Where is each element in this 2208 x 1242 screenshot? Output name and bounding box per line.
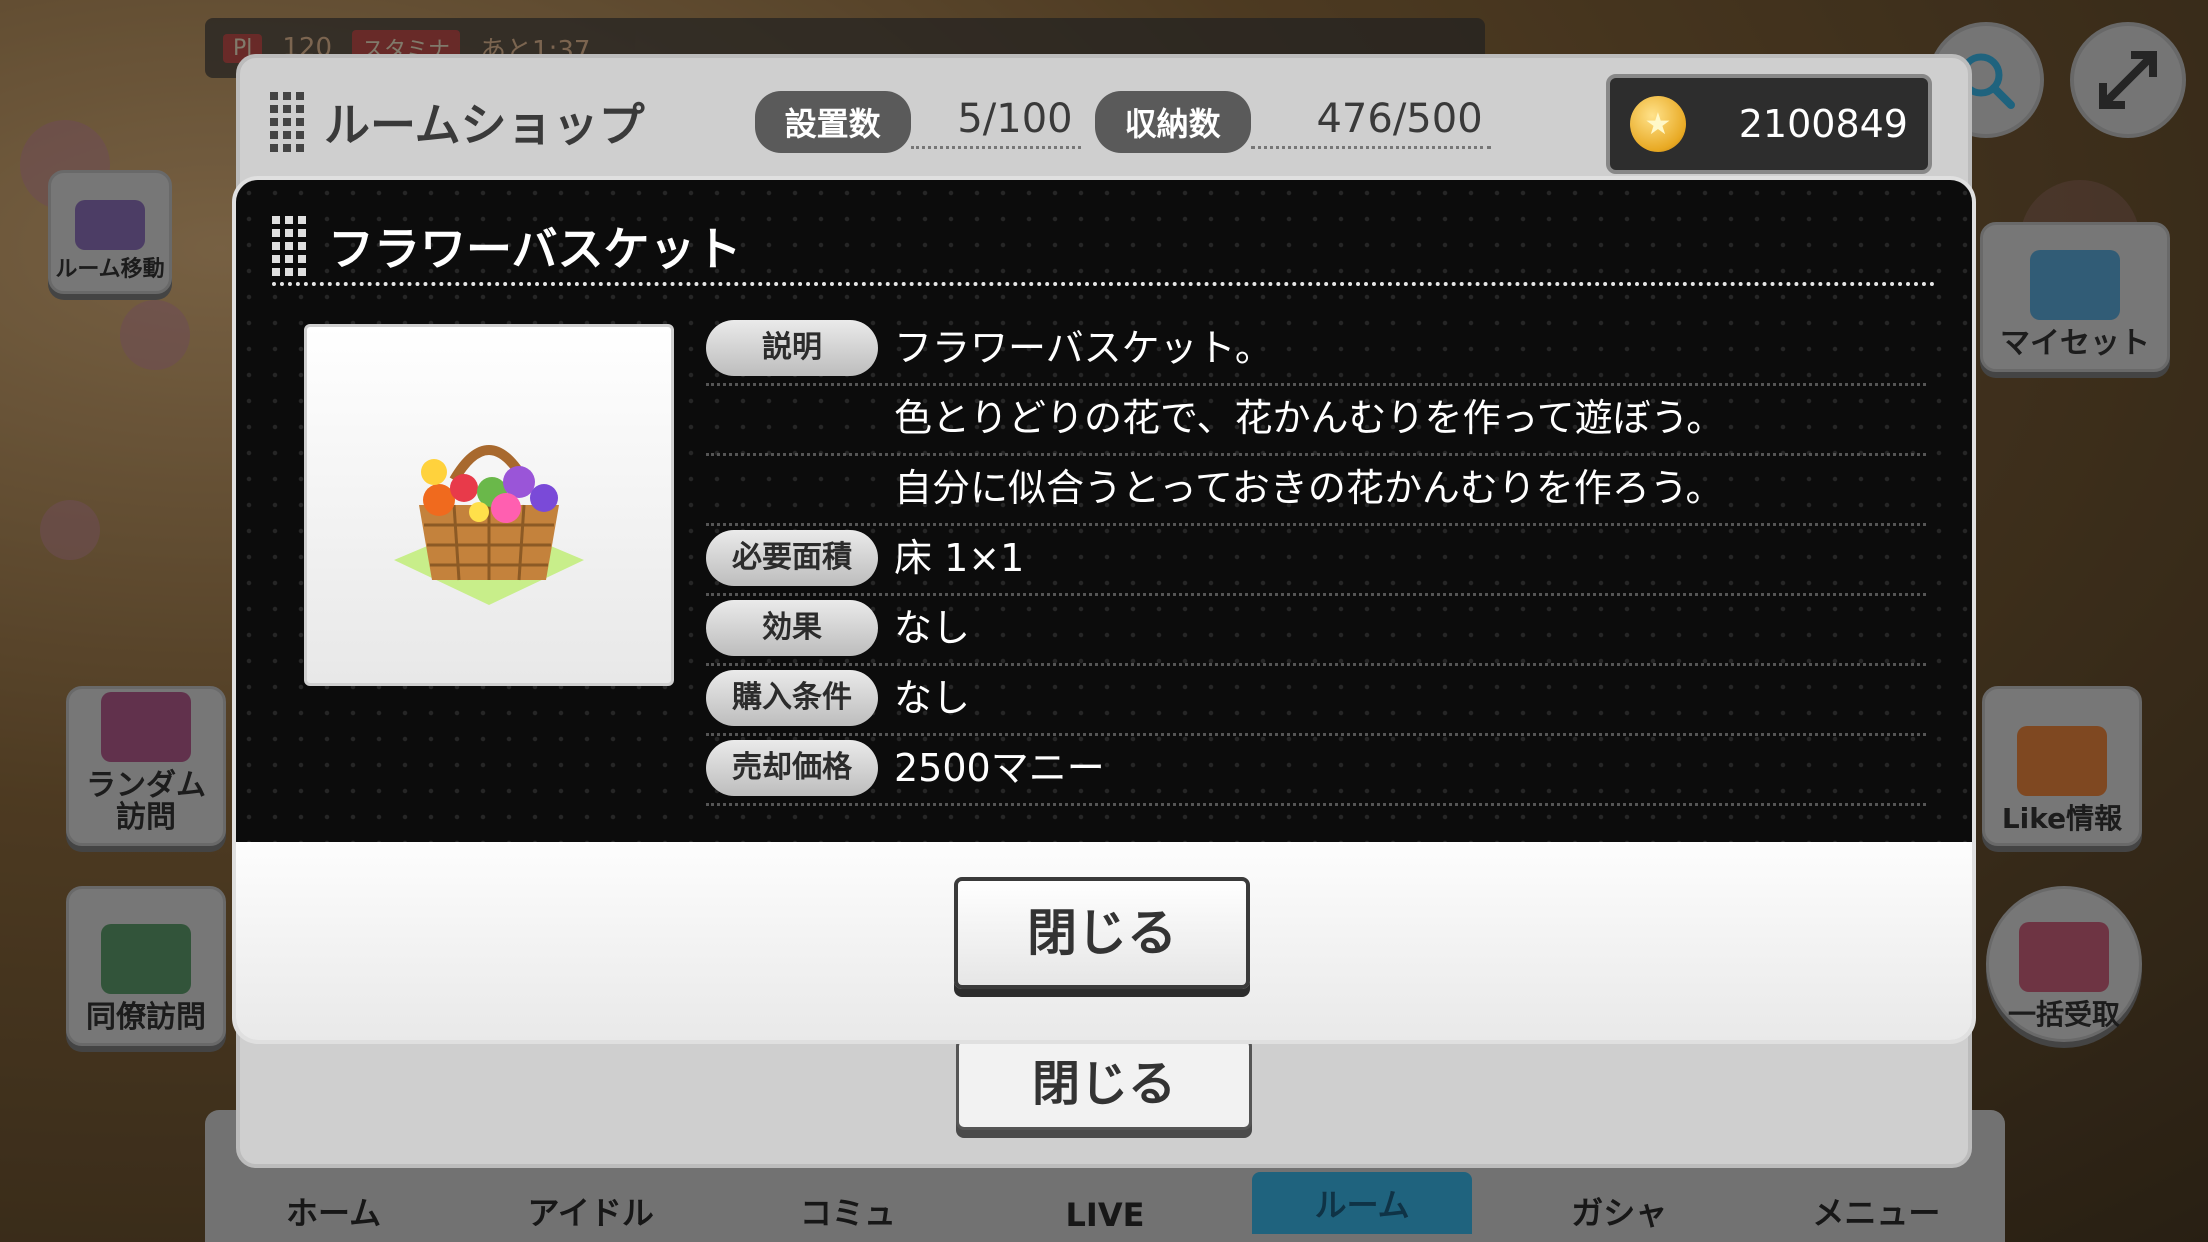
info-row-description: 説明 フラワーバスケット。 — [706, 316, 1926, 386]
description-line-3: 自分に似合うとっておきの花かんむりを作ろう。 — [894, 466, 1724, 510]
purchase-condition-label: 購入条件 — [706, 670, 878, 726]
stored-count-value: 476/500 — [1250, 96, 1491, 149]
blank-label — [706, 460, 878, 516]
description-line-2: 色とりどりの花で、花かんむりを作って遊ぼう。 — [894, 396, 1725, 440]
flower-basket-image — [304, 324, 674, 686]
flower-basket-icon — [394, 445, 584, 605]
placed-count-value: 5/100 — [910, 96, 1081, 149]
info-row-description-2: 色とりどりの花で、花かんむりを作って遊ぼう。 — [706, 386, 1926, 456]
info-row-condition: 購入条件 なし — [706, 666, 1926, 736]
info-row-area: 必要面積 床 1×1 — [706, 526, 1926, 596]
grip-icon — [272, 216, 306, 276]
info-row-sell-price: 売却価格 2500マニー — [706, 736, 1926, 806]
purchase-condition-value: なし — [894, 676, 971, 720]
effect-label: 効果 — [706, 600, 878, 656]
description-label: 説明 — [706, 320, 878, 376]
item-info-list: 説明 フラワーバスケット。 色とりどりの花で、花かんむりを作って遊ぼう。 自分に… — [706, 316, 1926, 806]
item-name-title: フラワーバスケット — [328, 222, 742, 276]
money-display: ★ 2100849 — [1606, 74, 1932, 174]
item-detail-body: フラワーバスケット 説明 フラワーバスケット。 色とりどりの花で、花かんむりを作… — [236, 180, 1972, 842]
grip-icon — [270, 92, 304, 152]
info-row-effect: 効果 なし — [706, 596, 1926, 666]
placed-count-label: 設置数 — [754, 91, 911, 153]
detail-close-button[interactable]: 閉じる — [954, 877, 1250, 989]
stored-count-label: 収納数 — [1094, 91, 1251, 153]
coin-icon: ★ — [1630, 96, 1686, 152]
blank-label — [706, 390, 878, 446]
room-shop-title: ルームショップ — [324, 98, 645, 152]
item-detail-header: フラワーバスケット — [272, 216, 1936, 286]
item-detail-dialog: フラワーバスケット 説明 フラワーバスケット。 色とりどりの花で、花かんむりを作… — [236, 180, 1972, 1040]
info-row-description-3: 自分に似合うとっておきの花かんむりを作ろう。 — [706, 456, 1926, 526]
description-line-1: フラワーバスケット。 — [894, 326, 1273, 370]
required-area-value: 床 1×1 — [894, 536, 1025, 580]
effect-value: なし — [894, 606, 971, 650]
money-value: 2100849 — [1738, 102, 1908, 146]
shop-close-button[interactable]: 閉じる — [956, 1038, 1252, 1130]
sell-price-label: 売却価格 — [706, 740, 878, 796]
sell-price-value: 2500マニー — [894, 746, 1105, 790]
required-area-label: 必要面積 — [706, 530, 878, 586]
